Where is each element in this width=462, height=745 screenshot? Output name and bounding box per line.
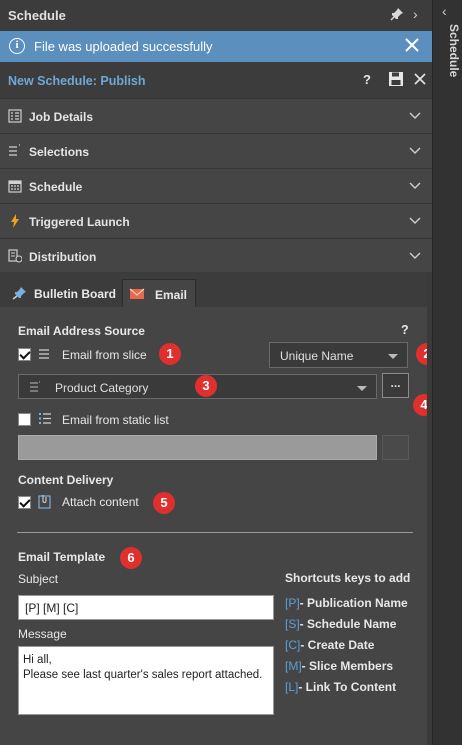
subject-label: Subject — [18, 572, 59, 586]
shortcuts-title: Shortcuts keys to add — [285, 571, 411, 585]
section-label: Triggered Launch — [29, 215, 130, 229]
tab-bulletin-board[interactable]: Bulletin Board — [6, 279, 118, 307]
callout-badge: 5 — [153, 492, 175, 514]
tab-label: Bulletin Board — [34, 287, 117, 301]
email-address-source-label: Email Address Source — [18, 324, 145, 338]
email-static-list-label: Email from static list — [62, 413, 169, 427]
section-label: Distribution — [29, 250, 97, 264]
email-static-list-checkbox[interactable] — [18, 413, 31, 426]
shortcut-item: [L]- Link To Content — [285, 680, 396, 694]
dropdown-value: Product Category — [55, 381, 149, 395]
chevron-down-icon — [409, 182, 421, 189]
pin-icon[interactable] — [390, 7, 404, 21]
callout-badge: 1 — [159, 343, 181, 365]
email-from-slice-label: Email from slice — [62, 348, 147, 362]
section-schedule[interactable]: Schedule — [0, 168, 432, 203]
shortcut-label: - Link To Content — [298, 680, 397, 694]
lightning-icon — [11, 214, 19, 228]
tab-email[interactable]: Email — [122, 279, 196, 308]
email-template-label: Email Template — [18, 550, 106, 564]
panel-title: Schedule — [8, 8, 66, 23]
envelope-icon — [129, 288, 145, 299]
success-notification: i File was uploaded successfully — [0, 31, 432, 62]
shortcut-key: [C] — [285, 638, 301, 652]
static-list-field — [18, 435, 377, 460]
shortcut-label: - Create Date — [300, 638, 375, 652]
dropdown-value: Unique Name — [280, 349, 354, 363]
schedule-panel: Schedule › i File was uploaded successfu… — [0, 0, 438, 745]
chevron-left-icon[interactable]: ‹ — [442, 4, 454, 18]
shortcut-item: [C]- Create Date — [285, 638, 374, 652]
chevron-right-icon[interactable]: › — [413, 6, 425, 22]
attach-content-checkbox[interactable] — [18, 496, 31, 509]
shortcut-label: - Slice Members — [301, 659, 394, 673]
save-icon[interactable] — [388, 71, 404, 87]
distribution-tabs: Bulletin Board Email — [0, 272, 432, 308]
section-triggered-launch[interactable]: Triggered Launch — [0, 203, 432, 238]
section-job-details[interactable]: Job Details — [0, 98, 432, 133]
static-list-browse-button — [382, 435, 409, 460]
tab-label: Email — [155, 288, 188, 302]
job-details-icon — [8, 109, 22, 123]
help-icon[interactable]: ? — [363, 72, 371, 87]
schedule-header: New Schedule: Publish ? — [0, 62, 432, 98]
attach-content-label: Attach content — [62, 495, 139, 509]
caret-down-icon — [357, 386, 367, 391]
section-label: Schedule — [29, 180, 83, 194]
list-bullets-icon — [39, 413, 51, 424]
chevron-down-icon — [409, 217, 421, 224]
shortcut-item: [P]- Publication Name — [285, 596, 408, 610]
email-from-slice-checkbox[interactable] — [18, 348, 31, 361]
shortcut-key: [L] — [285, 680, 299, 694]
callout-badge: 3 — [195, 375, 217, 397]
distribution-icon — [8, 249, 22, 263]
side-panel-tab[interactable]: ‹ Schedule — [432, 0, 462, 745]
shortcut-label: - Publication Name — [299, 596, 408, 610]
pin-icon — [12, 287, 26, 300]
side-tab-label: Schedule — [447, 24, 461, 78]
close-notification-icon[interactable] — [403, 36, 421, 54]
subject-value: [P] [M] [C] — [25, 601, 79, 615]
shortcut-key: [S] — [285, 617, 300, 631]
notification-message: File was uploaded successfully — [34, 39, 213, 54]
close-icon[interactable] — [413, 72, 427, 86]
caret-down-icon — [388, 354, 398, 359]
name-field-dropdown[interactable]: Unique Name — [269, 342, 408, 368]
shortcut-item: [M]- Slice Members — [285, 659, 393, 673]
attachment-icon — [38, 495, 51, 509]
selections-icon — [9, 144, 20, 156]
chevron-down-icon — [409, 252, 421, 259]
content-delivery-label: Content Delivery — [18, 473, 114, 487]
shortcut-key: [P] — [285, 596, 300, 610]
callout-badge: 6 — [120, 547, 142, 569]
shortcut-key: [M] — [285, 659, 302, 673]
section-selections[interactable]: Selections — [0, 133, 432, 168]
message-textarea[interactable]: Hi all, Please see last quarter's sales … — [18, 646, 274, 715]
message-label: Message — [18, 627, 67, 641]
panel-titlebar: Schedule › — [0, 0, 432, 31]
section-label: Job Details — [29, 110, 94, 124]
chevron-down-icon — [409, 112, 421, 119]
section-label: Selections — [29, 145, 90, 159]
schedule-title: New Schedule: Publish — [8, 74, 146, 88]
browse-button[interactable]: ... — [382, 373, 409, 398]
info-icon: i — [9, 38, 25, 54]
section-distribution[interactable]: Distribution — [0, 238, 432, 273]
list-icon — [39, 349, 49, 359]
subject-input[interactable]: [P] [M] [C] — [18, 595, 274, 620]
section-divider — [17, 532, 413, 533]
list-icon — [30, 381, 40, 392]
shortcut-label: - Schedule Name — [299, 617, 397, 631]
help-icon[interactable]: ? — [401, 323, 409, 337]
calendar-icon — [8, 180, 22, 193]
shortcut-item: [S]- Schedule Name — [285, 617, 396, 631]
chevron-down-icon — [409, 147, 421, 154]
